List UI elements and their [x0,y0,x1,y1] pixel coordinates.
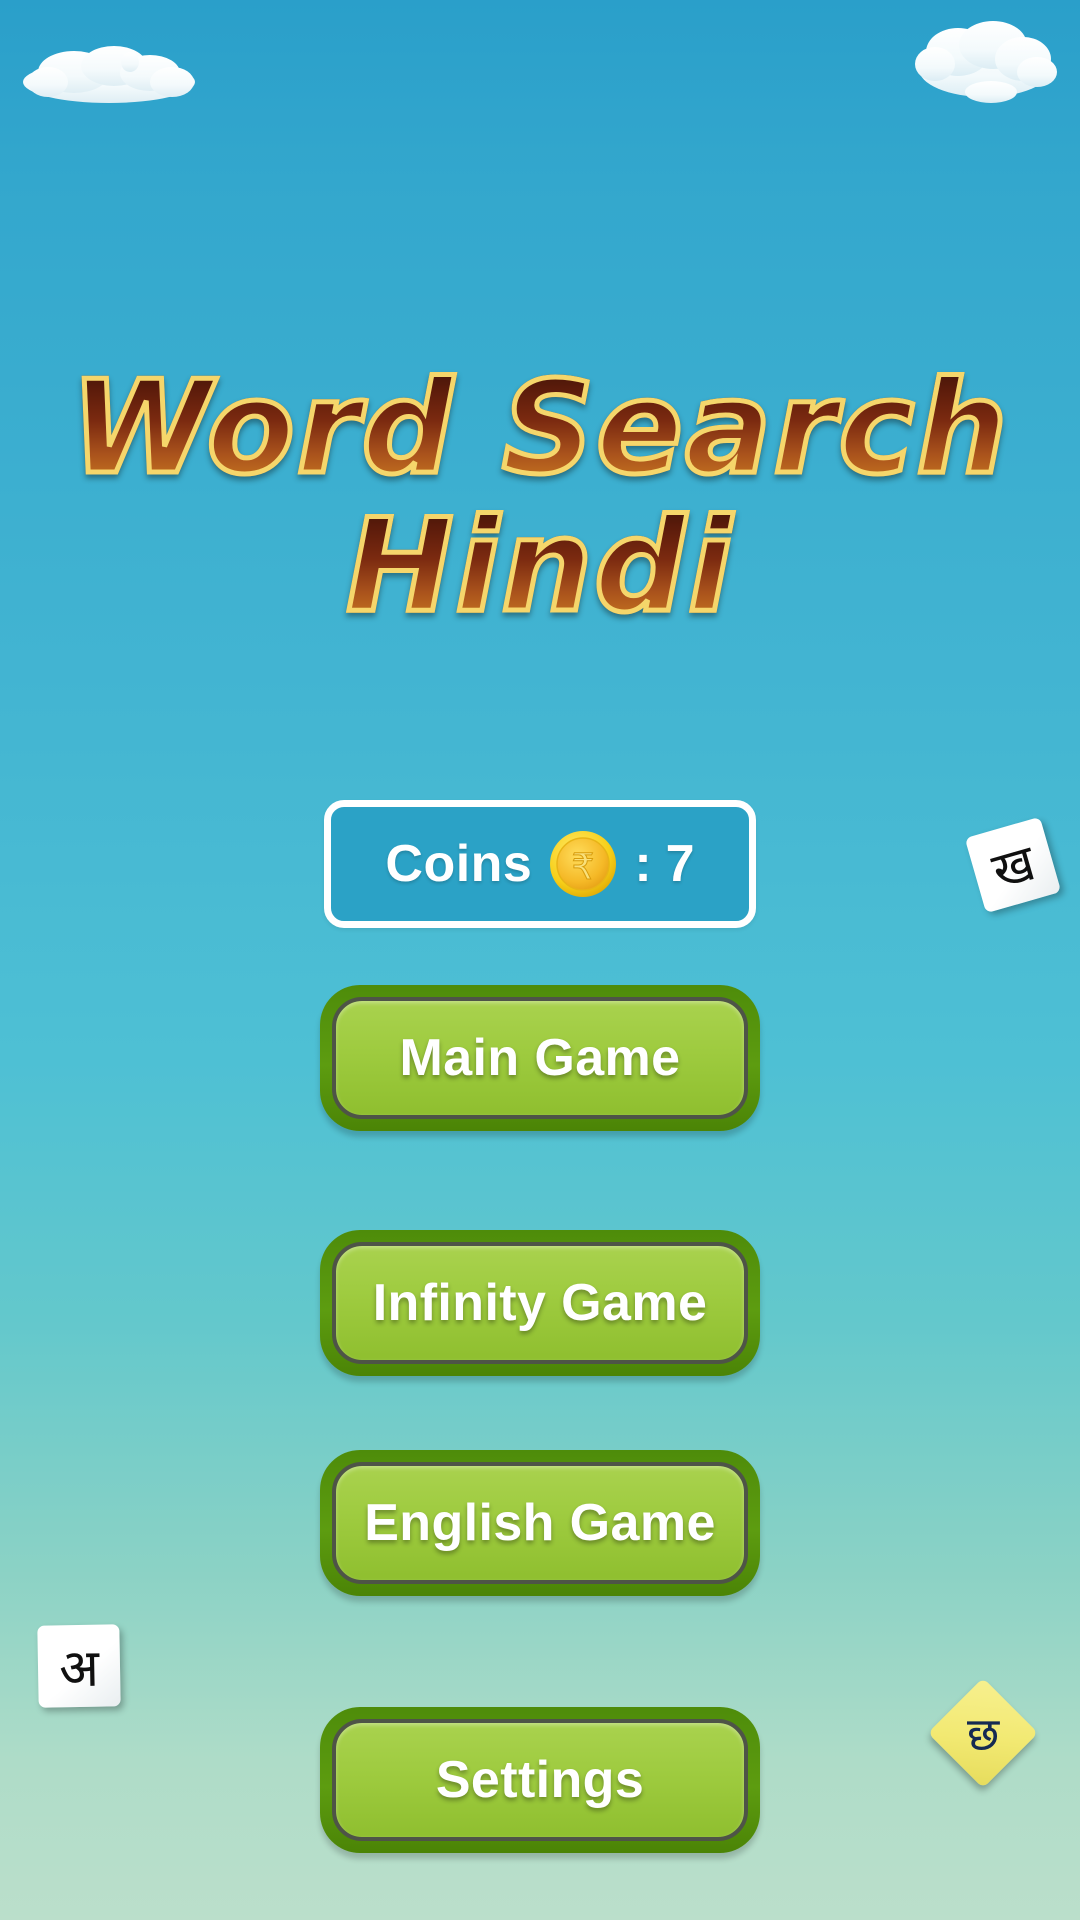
cloud-icon [22,38,197,106]
main-game-button-face: Main Game [332,997,748,1119]
letter-tile-chha-glyph: छ [966,1707,1000,1761]
coins-separator: : [634,835,652,893]
settings-button[interactable]: Settings [320,1707,760,1853]
main-game-button-label: Main Game [399,1029,681,1087]
rupee-coin-icon: ₹ [548,829,618,899]
english-game-button[interactable]: English Game [320,1450,760,1596]
main-game-button[interactable]: Main Game [320,985,760,1131]
letter-tile-chha: छ [927,1677,1039,1789]
english-game-button-label: English Game [364,1494,716,1552]
game-home-screen: Word Search Hindi Coins ₹: 7 Main Game … [0,0,1080,1920]
infinity-game-button[interactable]: Infinity Game [320,1230,760,1376]
game-title-line-1: Word Search [0,357,1080,500]
letter-tile-kha: ख [964,816,1062,914]
svg-text:₹: ₹ [572,847,595,888]
infinity-game-button-label: Infinity Game [372,1274,708,1332]
coins-panel[interactable]: Coins ₹: 7 [324,800,756,928]
letter-tile-kha-glyph: ख [985,833,1042,901]
infinity-game-button-face: Infinity Game [332,1242,748,1364]
coins-value: 7 [665,835,695,893]
game-title: Word Search Hindi [0,357,1080,639]
letter-tile-a-glyph: अ [58,1638,100,1699]
settings-button-label: Settings [435,1751,645,1809]
coins-label: Coins [385,835,533,893]
game-title-line-2: Hindi [0,495,1080,638]
cloud-icon [913,14,1058,106]
english-game-button-face: English Game [332,1462,748,1584]
settings-button-face: Settings [332,1719,748,1841]
letter-tile-a: अ [37,1624,121,1708]
